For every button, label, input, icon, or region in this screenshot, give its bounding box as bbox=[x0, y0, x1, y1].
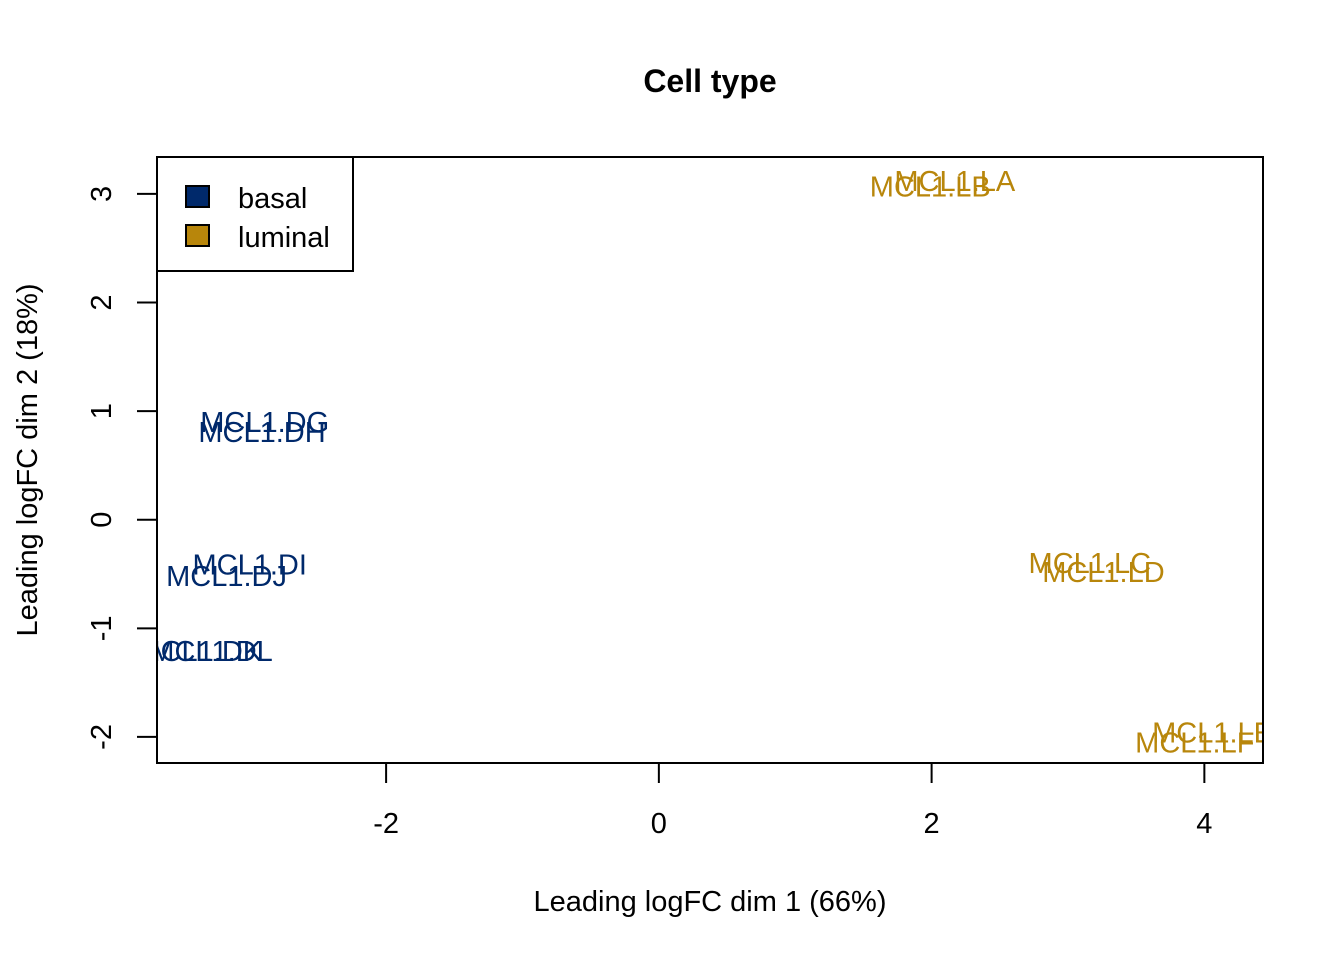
x-tick-label-1: 0 bbox=[651, 808, 667, 840]
x-axis: -2 0 2 4 bbox=[373, 763, 1212, 840]
point-label-mcl1-dj: MCL1.DJ bbox=[166, 561, 287, 593]
y-tick-label-0: -2 bbox=[86, 724, 118, 750]
point-label-mcl1-dh: MCL1.DH bbox=[198, 417, 325, 449]
y-tick-label-4: 2 bbox=[86, 294, 118, 310]
y-tick-label-3: 1 bbox=[86, 403, 118, 419]
y-axis-label: Leading logFC dim 2 (18%) bbox=[12, 283, 44, 636]
legend-label-luminal: luminal bbox=[238, 222, 330, 254]
point-label-mcl1-dl: MCL1.DL bbox=[150, 636, 273, 668]
y-tick-label-2: 0 bbox=[86, 512, 118, 528]
legend: basal luminal bbox=[156, 156, 354, 272]
legend-swatch-basal bbox=[185, 185, 210, 208]
legend-swatch-luminal bbox=[185, 224, 210, 247]
point-label-mcl1-ld: MCL1.LD bbox=[1042, 557, 1165, 589]
y-tick-label-1: -1 bbox=[86, 615, 118, 641]
y-axis: -2 -1 0 1 2 3 bbox=[86, 186, 157, 750]
x-tick-label-3: 4 bbox=[1196, 808, 1212, 840]
mds-plot: Cell type Leading logFC dim 1 (66%) Lead… bbox=[12, 63, 1264, 918]
y-tick-label-5: 3 bbox=[86, 186, 118, 202]
point-label-mcl1-lb: MCL1.LB bbox=[870, 171, 991, 203]
x-tick-label-0: -2 bbox=[373, 808, 399, 840]
point-label-mcl1-lf: MCL1.LF bbox=[1135, 727, 1254, 759]
x-axis-label: Leading logFC dim 1 (66%) bbox=[533, 886, 886, 918]
legend-label-basal: basal bbox=[238, 183, 307, 215]
chart-title: Cell type bbox=[643, 63, 776, 99]
x-tick-label-2: 2 bbox=[924, 808, 940, 840]
